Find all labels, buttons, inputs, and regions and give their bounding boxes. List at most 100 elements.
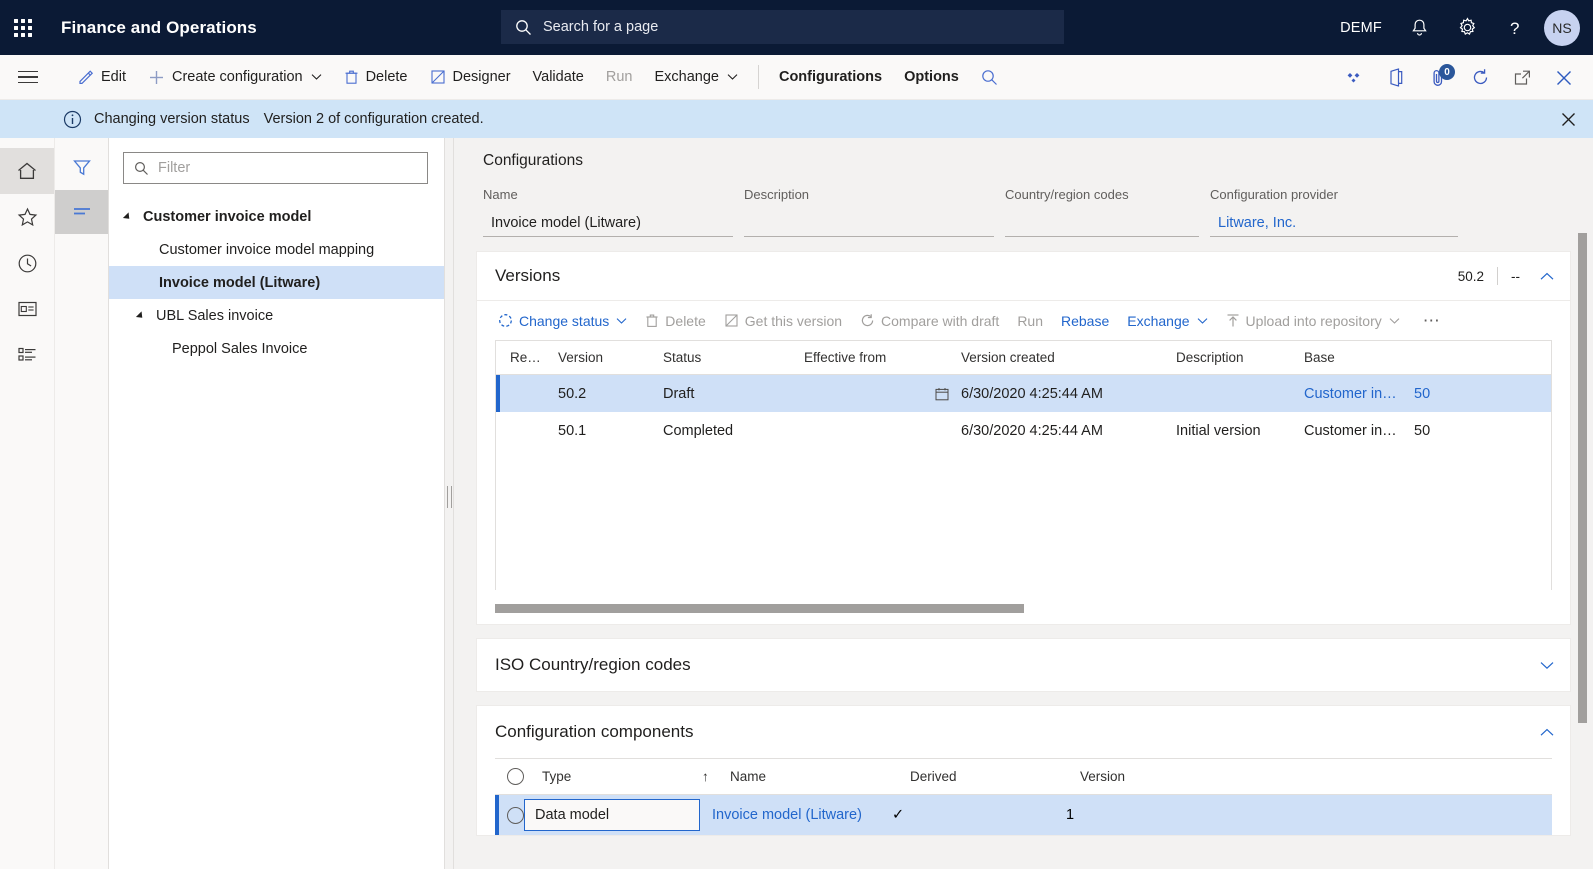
tab-filter[interactable] [55,146,108,190]
svg-text:?: ? [1510,19,1519,38]
iso-collapse-toggle[interactable] [1540,661,1554,670]
cell-status: Draft [663,385,695,402]
favorites-button[interactable] [0,194,54,240]
change-status-button[interactable]: Change status [489,301,636,341]
tree-node-label: UBL Sales invoice [156,307,274,324]
chevron-down-icon [311,73,322,81]
column-header-description[interactable]: Description [1172,350,1300,365]
popout-icon[interactable] [1501,55,1543,100]
settings-button[interactable] [1443,0,1492,55]
command-bar: Edit Create configuration Delete Designe… [0,55,1593,100]
column-header-re[interactable]: Re… [496,350,554,365]
select-all-radio[interactable] [507,768,524,785]
versions-card-header[interactable]: Versions 50.2 -- [477,252,1570,300]
table-row[interactable]: 50.2 Draft 6/30/2020 4:25:44 AM Customer… [496,375,1551,412]
scrollbar-thumb[interactable] [495,604,1024,613]
office-app-icon[interactable] [1375,55,1417,100]
home-icon [18,162,36,179]
chevron-up-icon[interactable] [1540,272,1554,281]
validate-button[interactable]: Validate [522,55,595,100]
scrollbar-thumb[interactable] [1578,233,1587,723]
navigation-menu-button[interactable] [0,55,55,100]
summary-separator [1497,267,1498,285]
search-input[interactable]: Search for a page [501,10,1064,44]
configurations-tab[interactable]: Configurations [768,55,893,100]
filter-input[interactable]: Filter [123,152,428,184]
help-button[interactable]: ? [1492,0,1538,55]
table-row[interactable]: 50.1 Completed 6/30/2020 4:25:44 AM Init… [496,412,1551,449]
column-header-derived[interactable]: Derived [906,769,1076,784]
workspaces-button[interactable] [0,286,54,332]
column-header-version[interactable]: Version [1076,769,1216,784]
tree-expander-icon[interactable] [135,310,156,321]
components-card-header[interactable]: Configuration components [477,706,1570,758]
column-header-name[interactable]: Name [726,769,906,784]
tree-node-peppol-sales-invoice[interactable]: Peppol Sales Invoice [109,332,444,365]
table-row[interactable]: Data model Invoice model (Litware) ✓ 1 [495,795,1552,835]
info-icon [63,110,82,129]
content-vertical-scrollbar[interactable] [1578,233,1587,723]
tree-node-ubl-sales-invoice[interactable]: UBL Sales invoice [109,299,444,332]
column-header-version-created[interactable]: Version created [957,350,1172,365]
edit-button[interactable]: Edit [67,55,137,100]
versions-overflow-button[interactable]: ⋯ [1409,311,1455,331]
column-header-version[interactable]: Version [554,350,659,365]
command-search-button[interactable] [970,55,1009,100]
field-country-label: Country/region codes [1005,187,1129,202]
field-name: Name Invoice model (Litware) [483,187,733,237]
versions-horizontal-scrollbar[interactable] [495,604,1552,613]
form-fields-row: Name Invoice model (Litware) Description… [483,187,1593,237]
exchange-button[interactable]: Exchange [643,55,749,100]
gear-icon [1459,17,1476,35]
versions-exchange-button[interactable]: Exchange [1118,301,1216,341]
cell-name[interactable]: Invoice model (Litware) [700,807,892,823]
panel-splitter[interactable] [445,138,454,869]
cell-base-number[interactable]: 50 [1410,386,1470,402]
home-icon-button[interactable] [0,148,54,194]
validate-button-label: Validate [532,69,584,85]
column-header-type[interactable]: Type [538,769,698,784]
tree-expander-icon[interactable] [122,211,143,222]
app-launcher-button[interactable] [0,0,46,55]
calendar-icon[interactable] [935,387,949,401]
notifications-button[interactable] [1396,0,1443,55]
upload-into-repository-button: Upload into repository [1217,301,1409,341]
delete-button[interactable]: Delete [333,55,419,100]
tree-node-customer-invoice-model[interactable]: Customer invoice model [109,200,444,233]
company-selector[interactable]: DEMF [1326,0,1396,55]
field-name-input[interactable]: Invoice model (Litware) [483,209,733,237]
column-header-base[interactable]: Base [1300,350,1410,365]
tree-node-invoice-model-litware[interactable]: Invoice model (Litware) [109,266,444,299]
create-configuration-button[interactable]: Create configuration [137,55,333,100]
tab-list[interactable] [55,190,108,234]
exchange-button-label: Exchange [654,69,719,85]
field-country-input[interactable] [1005,209,1199,237]
row-select-radio[interactable] [507,806,524,824]
designer-button[interactable]: Designer [419,55,522,100]
chevron-down-icon [1197,317,1208,325]
cell-base[interactable]: Customer in… [1300,386,1410,402]
avatar[interactable]: NS [1544,9,1580,46]
personalize-icon[interactable] [1333,55,1375,100]
components-collapse-toggle[interactable] [1540,728,1554,737]
splitter-grip [447,486,452,508]
field-provider-input[interactable]: Litware, Inc. [1210,209,1458,237]
cell-type-value[interactable]: Data model [524,799,700,831]
column-header-effective-from[interactable]: Effective from [800,350,957,365]
field-description-input[interactable] [744,209,994,237]
message-close-button[interactable] [1560,100,1577,138]
tree-node-customer-invoice-model-mapping[interactable]: Customer invoice model mapping [109,233,444,266]
refresh-icon[interactable] [1459,55,1501,100]
rebase-button[interactable]: Rebase [1052,301,1118,341]
modules-button[interactable] [0,332,54,378]
recent-button[interactable] [0,240,54,286]
options-tab[interactable]: Options [893,55,970,100]
close-icon[interactable] [1543,55,1585,100]
iso-card-header[interactable]: ISO Country/region codes [477,639,1570,691]
sort-ascending-icon: ↑ [702,769,709,784]
field-name-label: Name [483,187,518,202]
compare-icon [860,313,875,328]
cell-type-editor[interactable]: Data model [524,799,700,831]
column-header-status[interactable]: Status [659,350,800,365]
attachment-icon[interactable]: 0 [1417,55,1459,100]
